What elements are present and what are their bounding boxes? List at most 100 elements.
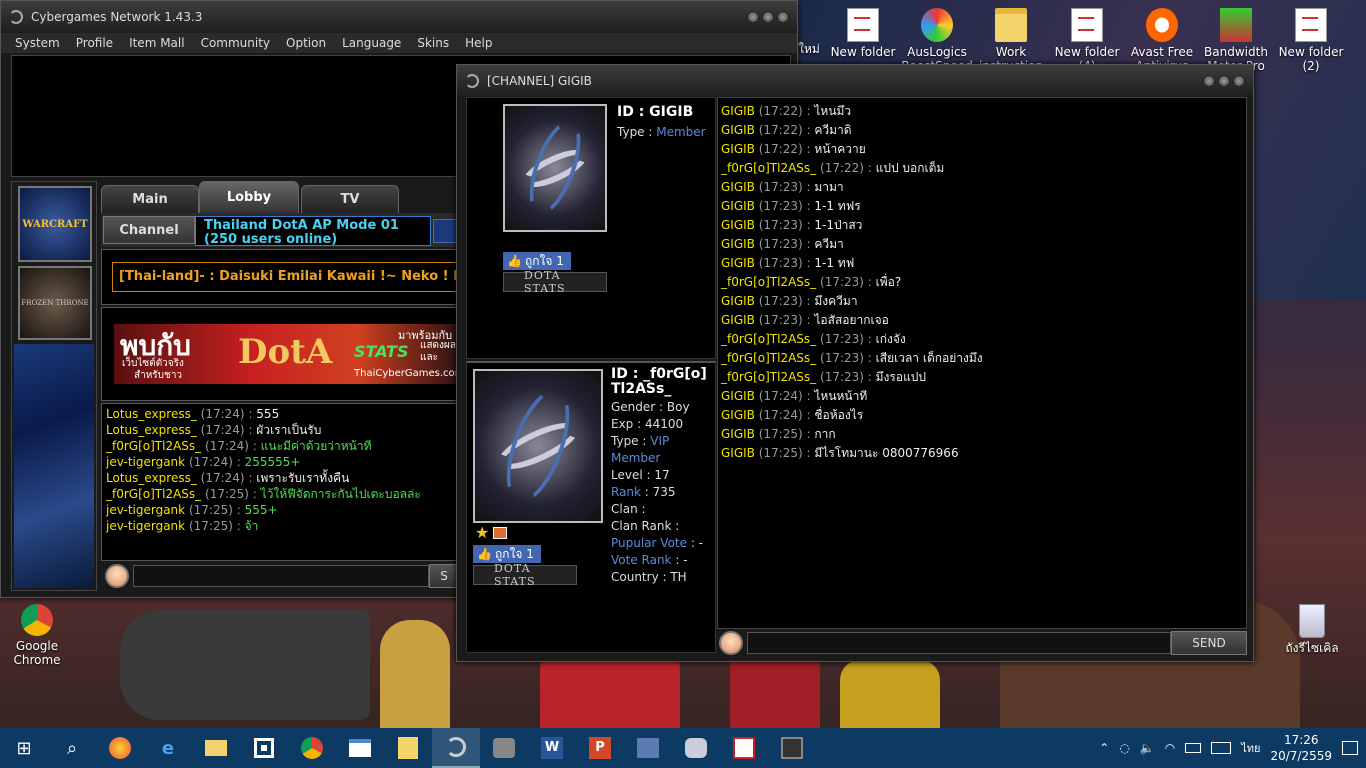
avatar[interactable]: [473, 369, 603, 523]
frozen-throne-game-button[interactable]: FROZEN THRONE: [18, 266, 92, 340]
app-icon[interactable]: [624, 728, 672, 768]
chrome-icon[interactable]: [288, 728, 336, 768]
tab-tv[interactable]: TV: [301, 185, 399, 213]
close-button[interactable]: [1233, 75, 1245, 87]
chat-user[interactable]: jev-tigergank: [106, 519, 185, 533]
window-icon[interactable]: [336, 728, 384, 768]
keyboard-icon[interactable]: [1211, 742, 1232, 754]
desktop-icon-work[interactable]: Work instruction: [974, 8, 1048, 67]
tool-icon[interactable]: [672, 728, 720, 768]
action-center-icon[interactable]: [1342, 741, 1358, 755]
menu-skins[interactable]: Skins: [417, 36, 449, 50]
menu-option[interactable]: Option: [286, 36, 326, 50]
chat-user[interactable]: GIGIB: [721, 104, 755, 118]
tray-chevron-icon[interactable]: ⌃: [1099, 741, 1109, 755]
chat-user[interactable]: GIGIB: [721, 427, 755, 441]
chat-user[interactable]: _f0rG[o]Tl2ASs_: [106, 487, 201, 501]
chat-user[interactable]: GIGIB: [721, 256, 755, 270]
chat-message: 555: [256, 407, 280, 421]
mail-icon[interactable]: [493, 527, 507, 539]
chat-user[interactable]: GIGIB: [721, 313, 755, 327]
avatar[interactable]: [503, 104, 607, 232]
desktop-icon-new-folder[interactable]: New folder: [826, 8, 900, 59]
chat-user[interactable]: GIGIB: [721, 123, 755, 137]
emoticon-button[interactable]: [719, 631, 743, 655]
channel-chat-input[interactable]: [747, 632, 1171, 654]
desktop-icon-partial[interactable]: ใหม่: [794, 42, 824, 56]
menu-system[interactable]: System: [15, 36, 60, 50]
chat-user[interactable]: GIGIB: [721, 389, 755, 403]
channel-send-button[interactable]: SEND: [1171, 631, 1247, 655]
maximize-button[interactable]: [1218, 75, 1230, 87]
chat-user[interactable]: GIGIB: [721, 446, 755, 460]
chat-user[interactable]: jev-tigergank: [106, 455, 185, 469]
battery-icon[interactable]: [1185, 743, 1202, 753]
chat-user[interactable]: GIGIB: [721, 142, 755, 156]
chat-user[interactable]: GIGIB: [721, 408, 755, 422]
chat-user[interactable]: GIGIB: [721, 294, 755, 308]
chat-user[interactable]: _f0rG[o]Tl2ASs_: [721, 351, 816, 365]
chat-user[interactable]: Lotus_express_: [106, 471, 197, 485]
dota-stats-banner[interactable]: พบกับ เว็บไซต์ตัวจริง สำหรับชาว DotA STA…: [114, 324, 462, 384]
main-window-titlebar[interactable]: Cybergames Network 1.43.3: [1, 1, 797, 33]
menu-item-mall[interactable]: Item Mall: [129, 36, 185, 50]
warcraft-icon[interactable]: [768, 728, 816, 768]
chat-user[interactable]: _f0rG[o]Tl2ASs_: [721, 332, 816, 346]
channel-window-titlebar[interactable]: [CHANNEL] GIGIB: [457, 65, 1253, 97]
clock[interactable]: 17:26 20/7/2559: [1270, 732, 1332, 764]
input-language[interactable]: ไทย: [1241, 739, 1260, 757]
store-icon[interactable]: [240, 728, 288, 768]
start-icon[interactable]: ⊞: [0, 728, 48, 768]
chat-user[interactable]: _f0rG[o]Tl2ASs_: [106, 439, 201, 453]
facebook-like-button[interactable]: 👍 ถูกใจ 1: [503, 252, 571, 270]
chat-user[interactable]: Lotus_express_: [106, 423, 197, 437]
acrobat-icon[interactable]: [720, 728, 768, 768]
volume-icon[interactable]: 🔈: [1140, 741, 1155, 755]
chat-user[interactable]: _f0rG[o]Tl2ASs_: [721, 161, 816, 175]
chat-user[interactable]: GIGIB: [721, 237, 755, 251]
maximize-button[interactable]: [762, 11, 774, 23]
warcraft-game-button[interactable]: WARCRAFT: [18, 186, 92, 262]
lobby-chat-input[interactable]: [133, 565, 429, 587]
chat-user[interactable]: jev-tigergank: [106, 503, 185, 517]
tray-cybergames-icon[interactable]: ◌: [1119, 741, 1129, 755]
star-icon[interactable]: ★: [475, 525, 489, 541]
menu-help[interactable]: Help: [465, 36, 492, 50]
menu-language[interactable]: Language: [342, 36, 401, 50]
desktop-icon-auslogics[interactable]: AusLogics BoostSpeed: [900, 8, 974, 67]
desktop-icon-new-folder-2[interactable]: New folder (2): [1274, 8, 1348, 73]
menu-profile[interactable]: Profile: [76, 36, 113, 50]
minimize-button[interactable]: [747, 11, 759, 23]
firefox-icon[interactable]: [96, 728, 144, 768]
emoticon-button[interactable]: [105, 564, 129, 588]
edge-icon[interactable]: e: [144, 728, 192, 768]
desktop-icon-new-folder-4[interactable]: New folder (4): [1050, 8, 1124, 67]
cybergames-icon[interactable]: [432, 728, 480, 768]
wifi-icon[interactable]: ◠: [1165, 741, 1175, 755]
facebook-like-button[interactable]: 👍 ถูกใจ 1: [473, 545, 541, 563]
chat-user[interactable]: _f0rG[o]Tl2ASs_: [721, 275, 816, 289]
powerpoint-icon[interactable]: P: [576, 728, 624, 768]
tab-lobby[interactable]: Lobby: [199, 181, 299, 213]
desktop-icon-google-chrome[interactable]: Google Chrome: [0, 604, 74, 667]
desktop-icon-avast[interactable]: Avast Free Antivirus: [1125, 8, 1199, 67]
game-icon[interactable]: [480, 728, 528, 768]
folder-icon[interactable]: [384, 728, 432, 768]
search-icon[interactable]: ⌕: [48, 728, 96, 768]
chat-user[interactable]: GIGIB: [721, 218, 755, 232]
close-button[interactable]: [777, 11, 789, 23]
dota-stats-button[interactable]: DOTA STATS: [473, 562, 577, 588]
dota-stats-button[interactable]: DOTA STATS: [503, 269, 607, 295]
minimize-button[interactable]: [1203, 75, 1215, 87]
lobby-send-button[interactable]: S: [429, 564, 459, 588]
chat-user[interactable]: Lotus_express_: [106, 407, 197, 421]
tab-main[interactable]: Main: [101, 185, 199, 213]
chat-user[interactable]: GIGIB: [721, 180, 755, 194]
chat-user[interactable]: GIGIB: [721, 199, 755, 213]
desktop-icon-recycle-bin[interactable]: ถังรีไซเคิล: [1275, 604, 1349, 655]
file-explorer-icon[interactable]: [192, 728, 240, 768]
channel-button[interactable]: Channel: [103, 216, 195, 244]
chat-user[interactable]: _f0rG[o]Tl2ASs_: [721, 370, 816, 384]
word-icon[interactable]: W: [528, 728, 576, 768]
menu-community[interactable]: Community: [201, 36, 270, 50]
